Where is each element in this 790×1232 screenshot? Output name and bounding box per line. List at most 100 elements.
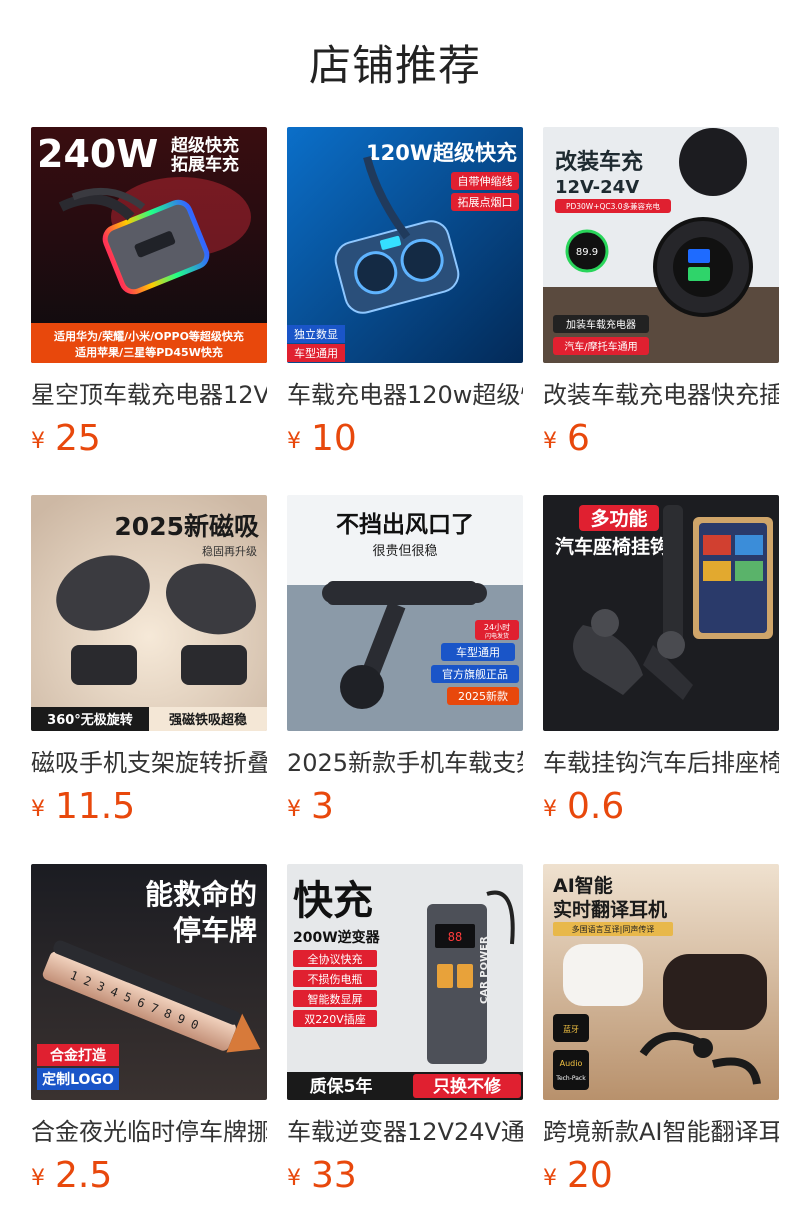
- svg-text:PD30W+QC3.0多兼容充电: PD30W+QC3.0多兼容充电: [566, 201, 661, 211]
- product-card[interactable]: 不挡出风口了 很贵但很稳 车型通用 官方旗舰正品 2025新款 24小时 闪电发…: [287, 495, 523, 835]
- svg-text:改装车充: 改装车充: [555, 149, 643, 175]
- product-price: ¥25: [31, 415, 101, 463]
- svg-text:稳固再升级: 稳固再升级: [202, 544, 257, 558]
- product-name[interactable]: 改装车载充电器快充插座12V-24V: [543, 377, 779, 413]
- product-name[interactable]: 2025新款手机车载支架出风口导航: [287, 745, 523, 781]
- svg-text:汽车座椅挂钩: 汽车座椅挂钩: [555, 535, 669, 558]
- svg-text:定制LOGO: 定制LOGO: [42, 1071, 114, 1088]
- price-value: 20: [567, 1155, 613, 1196]
- page-title: 店铺推荐: [308, 41, 481, 90]
- svg-text:200W逆变器: 200W逆变器: [293, 929, 381, 946]
- product-name[interactable]: 车载充电器120w超级快充一拖三: [287, 377, 523, 413]
- product-name[interactable]: 跨境新款AI智能翻译耳机实时翻译: [543, 1114, 779, 1150]
- svg-text:拓展点烟口: 拓展点烟口: [458, 195, 513, 209]
- product-image[interactable]: 改装车充 12V-24V PD30W+QC3.0多兼容充电 89.9 加装车载充…: [543, 127, 779, 363]
- image-headline: 240W: [37, 132, 158, 176]
- product-price: ¥20: [543, 1152, 613, 1200]
- svg-text:双220V插座: 双220V插座: [304, 1012, 366, 1026]
- currency-symbol: ¥: [31, 1166, 45, 1191]
- product-card[interactable]: 120W超级快充 自带伸缩线 拓展点烟口 独立数显 车型通用 车载充电器120w…: [287, 127, 523, 467]
- svg-text:适用华为/荣耀/小米/OPPO等超级快充: 适用华为/荣耀/小米/OPPO等超级快充: [54, 329, 244, 343]
- product-name[interactable]: 车载挂钩汽车后排座椅头枕手机支架: [543, 745, 779, 781]
- product-card[interactable]: 多功能 汽车座椅挂钩 车载挂钩汽车后排座椅头枕手机支架 ¥0.6: [543, 495, 779, 835]
- svg-text:2025新款: 2025新款: [458, 689, 508, 703]
- currency-symbol: ¥: [543, 429, 557, 454]
- product-name[interactable]: 合金夜光临时停车牌挪车电话号码牌: [31, 1114, 267, 1150]
- price-value: 3: [311, 786, 334, 827]
- price-value: 11.5: [55, 786, 136, 827]
- product-image[interactable]: 240W 超级快充 拓展车充 适用华为/荣耀/小米/OPPO等超级快充 适用苹果…: [31, 127, 267, 363]
- svg-text:官方旗舰正品: 官方旗舰正品: [442, 667, 508, 681]
- product-price: ¥6: [543, 415, 590, 463]
- price-value: 2.5: [55, 1155, 113, 1196]
- product-price: ¥11.5: [31, 783, 135, 831]
- currency-symbol: ¥: [31, 797, 45, 822]
- product-name[interactable]: 星空顶车载充电器12V24V转换器汽车多功能: [31, 377, 267, 413]
- product-image[interactable]: 能救命的 停车牌 1 2 3 4 5 6 7 8 9 0 合金打造 定制LOGO: [31, 864, 267, 1100]
- product-image[interactable]: AI智能 实时翻译耳机 多国语言互译|同声传译 蓝牙 Audio Tech-Pa…: [543, 864, 779, 1100]
- svg-text:蓝牙: 蓝牙: [563, 1024, 579, 1034]
- svg-text:全协议快充: 全协议快充: [308, 952, 363, 966]
- currency-symbol: ¥: [543, 797, 557, 822]
- product-name[interactable]: 车载逆变器12V24V通用转220V家用: [287, 1114, 523, 1150]
- product-image[interactable]: 快充 200W逆变器 全协议快充 不损伤电瓶 智能数显屏 双220V插座 88 …: [287, 864, 523, 1100]
- currency-symbol: ¥: [543, 1166, 557, 1191]
- svg-text:适用苹果/三星等PD45W快充: 适用苹果/三星等PD45W快充: [75, 345, 223, 359]
- svg-text:汽车/摩托车通用: 汽车/摩托车通用: [564, 340, 637, 353]
- svg-text:强磁铁吸超稳: 强磁铁吸超稳: [169, 712, 247, 728]
- svg-text:120W超级快充: 120W超级快充: [366, 141, 517, 165]
- svg-text:360°无极旋转: 360°无极旋转: [47, 712, 133, 728]
- svg-text:停车牌: 停车牌: [173, 914, 257, 947]
- product-card[interactable]: 改装车充 12V-24V PD30W+QC3.0多兼容充电 89.9 加装车载充…: [543, 127, 779, 467]
- price-value: 25: [55, 418, 101, 459]
- svg-text:智能数显屏: 智能数显屏: [308, 992, 363, 1006]
- product-image[interactable]: 2025新磁吸 稳固再升级 360°无极旋转 强磁铁吸超稳: [31, 495, 267, 731]
- svg-text:独立数显: 独立数显: [294, 327, 338, 341]
- svg-text:快充: 快充: [293, 878, 373, 924]
- svg-text:CAR POWER: CAR POWER: [479, 936, 490, 1004]
- currency-symbol: ¥: [287, 1166, 301, 1191]
- product-image[interactable]: 120W超级快充 自带伸缩线 拓展点烟口 独立数显 车型通用: [287, 127, 523, 363]
- product-price: ¥10: [287, 415, 357, 463]
- svg-text:2025新磁吸: 2025新磁吸: [114, 512, 259, 541]
- svg-text:车型通用: 车型通用: [456, 645, 500, 659]
- product-name[interactable]: 磁吸手机支架旋转折叠车载支架: [31, 745, 267, 781]
- svg-text:88: 88: [448, 930, 462, 944]
- price-value: 33: [311, 1155, 357, 1196]
- product-card[interactable]: 能救命的 停车牌 1 2 3 4 5 6 7 8 9 0 合金打造 定制LOGO…: [31, 864, 267, 1204]
- price-value: 10: [311, 418, 357, 459]
- svg-text:不挡出风口了: 不挡出风口了: [336, 512, 474, 538]
- product-price: ¥3: [287, 783, 334, 831]
- svg-text:12V-24V: 12V-24V: [555, 177, 639, 198]
- product-card[interactable]: 2025新磁吸 稳固再升级 360°无极旋转 强磁铁吸超稳 磁吸手机支架旋转折叠…: [31, 495, 267, 835]
- svg-text:多国语言互译|同声传译: 多国语言互译|同声传译: [572, 924, 655, 934]
- svg-text:Audio: Audio: [560, 1059, 583, 1068]
- currency-symbol: ¥: [287, 429, 301, 454]
- svg-text:多功能: 多功能: [590, 507, 647, 530]
- svg-text:车型通用: 车型通用: [294, 346, 338, 360]
- svg-text:合金打造: 合金打造: [50, 1047, 106, 1064]
- product-price: ¥0.6: [543, 783, 624, 831]
- svg-text:超级快充: 超级快充: [171, 135, 239, 156]
- price-value: 0.6: [567, 786, 625, 827]
- svg-text:质保5年: 质保5年: [310, 1076, 373, 1097]
- currency-symbol: ¥: [31, 429, 45, 454]
- product-card[interactable]: 240W 超级快充 拓展车充 适用华为/荣耀/小米/OPPO等超级快充 适用苹果…: [31, 127, 267, 467]
- svg-text:闪电发货: 闪电发货: [485, 632, 509, 640]
- svg-text:Tech-Pack: Tech-Pack: [555, 1075, 586, 1082]
- price-value: 6: [567, 418, 590, 459]
- svg-text:89.9: 89.9: [576, 247, 598, 258]
- svg-text:加装车载充电器: 加装车载充电器: [566, 318, 636, 331]
- svg-text:AI智能: AI智能: [553, 874, 613, 897]
- product-card[interactable]: AI智能 实时翻译耳机 多国语言互译|同声传译 蓝牙 Audio Tech-Pa…: [543, 864, 779, 1204]
- product-price: ¥2.5: [31, 1152, 112, 1200]
- product-card[interactable]: 快充 200W逆变器 全协议快充 不损伤电瓶 智能数显屏 双220V插座 88 …: [287, 864, 523, 1204]
- svg-text:24小时: 24小时: [484, 622, 510, 632]
- product-image[interactable]: 多功能 汽车座椅挂钩: [543, 495, 779, 731]
- svg-text:实时翻译耳机: 实时翻译耳机: [553, 898, 667, 921]
- svg-text:只换不修: 只换不修: [433, 1076, 502, 1097]
- svg-text:不损伤电瓶: 不损伤电瓶: [308, 972, 363, 986]
- product-image[interactable]: 不挡出风口了 很贵但很稳 车型通用 官方旗舰正品 2025新款 24小时 闪电发…: [287, 495, 523, 731]
- svg-text:拓展车充: 拓展车充: [171, 154, 239, 175]
- svg-text:很贵但很稳: 很贵但很稳: [372, 543, 437, 559]
